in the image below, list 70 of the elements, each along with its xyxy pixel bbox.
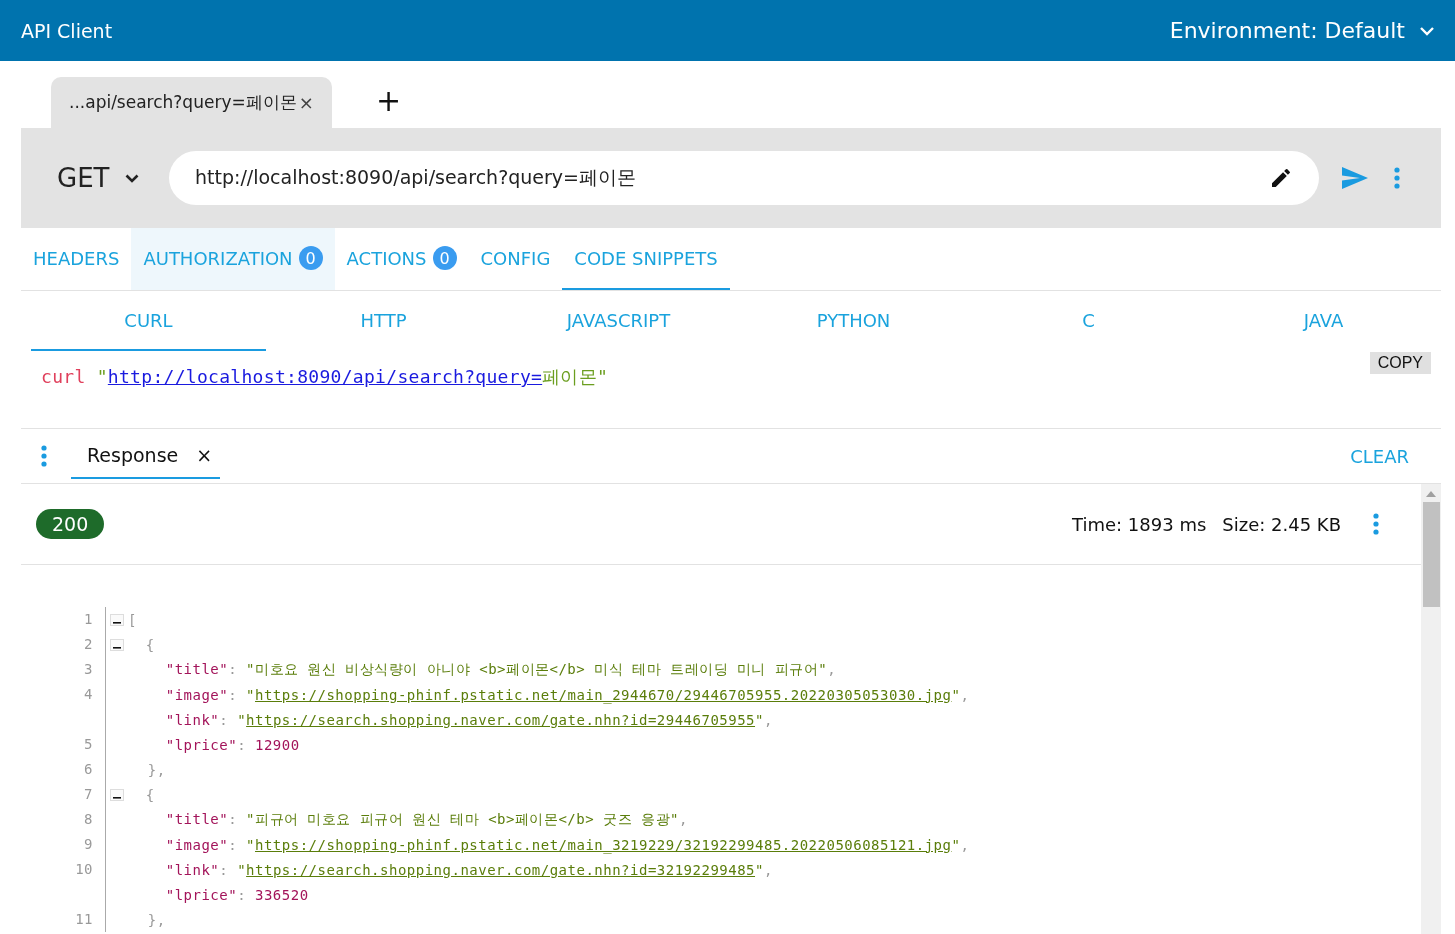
scroll-up-icon[interactable] — [1426, 490, 1436, 498]
scrollbar-thumb[interactable] — [1422, 502, 1440, 607]
section-tab[interactable]: AUTHORIZATION 0 — [131, 228, 335, 290]
code-line: "title": "미호요 원신 비상식량이 아니야 <b>페이몬</b> 미식 테마 트레이딩 미니 피규어", — [164, 660, 837, 679]
url-field[interactable]: http://localhost:8090/api/search?query=페이몬 — [169, 151, 1319, 205]
more-options-icon[interactable] — [1394, 167, 1400, 189]
app-title: API Client — [21, 19, 113, 42]
code-snippet: curl "http://localhost:8090/api/search?query=페이몬" — [41, 365, 609, 389]
collapse-button[interactable] — [110, 613, 124, 626]
minus-icon — [113, 646, 121, 649]
section-tab[interactable]: CODE SNIPPETS — [562, 228, 730, 290]
count-badge: 0 — [298, 246, 323, 270]
count-badge: 0 — [432, 246, 457, 270]
status-code-badge: 200 — [36, 509, 105, 539]
method-dropdown[interactable]: GET — [51, 162, 155, 194]
code-line: [ — [128, 611, 137, 628]
close-tab-button[interactable]: × — [298, 92, 314, 113]
line-number: 1 — [21, 607, 106, 632]
snippet-tab[interactable]: HTTP — [266, 291, 501, 351]
snippet-tab[interactable]: C — [971, 291, 1206, 351]
collapse-button[interactable] — [110, 638, 124, 651]
chevron-down-icon — [1419, 25, 1435, 36]
line-number: 10 — [21, 857, 106, 882]
code-line: }, — [146, 911, 166, 928]
line-number: 5 — [21, 732, 106, 757]
response-time: Time: 1893 ms — [1072, 513, 1207, 535]
line-number: 11 — [21, 907, 106, 932]
minus-icon — [113, 621, 121, 624]
clear-button[interactable]: CLEAR — [1344, 444, 1415, 468]
chevron-down-icon — [125, 173, 140, 183]
pencil-icon[interactable] — [1269, 166, 1293, 190]
environment-dropdown[interactable]: Environment: Default — [1169, 18, 1435, 43]
minus-icon — [113, 796, 121, 799]
code-line: "link": "https://search.shopping.naver.com/gate.nhn?id=29446705955", — [164, 711, 773, 728]
section-tab[interactable]: ACTIONS 0 — [334, 228, 469, 290]
snippet-tab[interactable]: JAVASCRIPT — [501, 291, 736, 351]
request-tab[interactable]: ...api/search?query=페이몬× — [51, 77, 332, 128]
code-line: "lprice": 336520 — [164, 886, 309, 903]
more-options-icon[interactable] — [41, 445, 47, 467]
line-number: 7 — [21, 782, 106, 807]
code-line: "image": "https://shopping-phinf.pstatic.net/main_3219229/32192299485.20220506085121.jpg", — [164, 836, 970, 853]
request-tab-label: ...api/search?query=페이몬 — [69, 91, 297, 114]
line-number: 8 — [21, 807, 106, 832]
snippet-tab[interactable]: PYTHON — [736, 291, 971, 351]
line-number: 2 — [21, 632, 106, 657]
code-line: { — [144, 636, 155, 653]
code-line: }, — [146, 761, 166, 778]
snippet-tab[interactable]: JAVA — [1206, 291, 1441, 351]
response-size: Size: 2.45 KB — [1222, 513, 1341, 535]
code-line: "lprice": 12900 — [164, 736, 300, 753]
collapse-button[interactable] — [110, 788, 124, 801]
code-line: "image": "https://shopping-phinf.pstatic.net/main_2944670/29446705955.20220305053030.jpg", — [164, 686, 970, 703]
close-tab-button[interactable]: × — [196, 444, 213, 466]
response-tab-label: Response — [87, 444, 179, 466]
scrollbar[interactable] — [1421, 484, 1441, 934]
section-tab[interactable]: HEADERS — [21, 228, 132, 290]
new-tab-button[interactable]: + — [372, 83, 406, 118]
response-tab[interactable]: Response × — [71, 433, 221, 479]
more-options-icon[interactable] — [1373, 513, 1379, 535]
section-tab[interactable]: CONFIG — [468, 228, 563, 290]
copy-button[interactable]: COPY — [1369, 352, 1431, 374]
snippet-tab[interactable]: CURL — [31, 291, 266, 351]
code-line: "link": "https://search.shopping.naver.com/gate.nhn?id=32192299485", — [164, 861, 773, 878]
send-icon[interactable] — [1341, 166, 1369, 190]
line-number: 3 — [21, 657, 106, 682]
line-number: 9 — [21, 832, 106, 857]
code-line: { — [144, 786, 155, 803]
line-number: 4 — [21, 682, 106, 707]
line-number: 6 — [21, 757, 106, 782]
code-line: "title": "피규어 미호요 피규어 원신 테마 <b>페이몬</b> 굿즈 응광", — [164, 810, 688, 829]
